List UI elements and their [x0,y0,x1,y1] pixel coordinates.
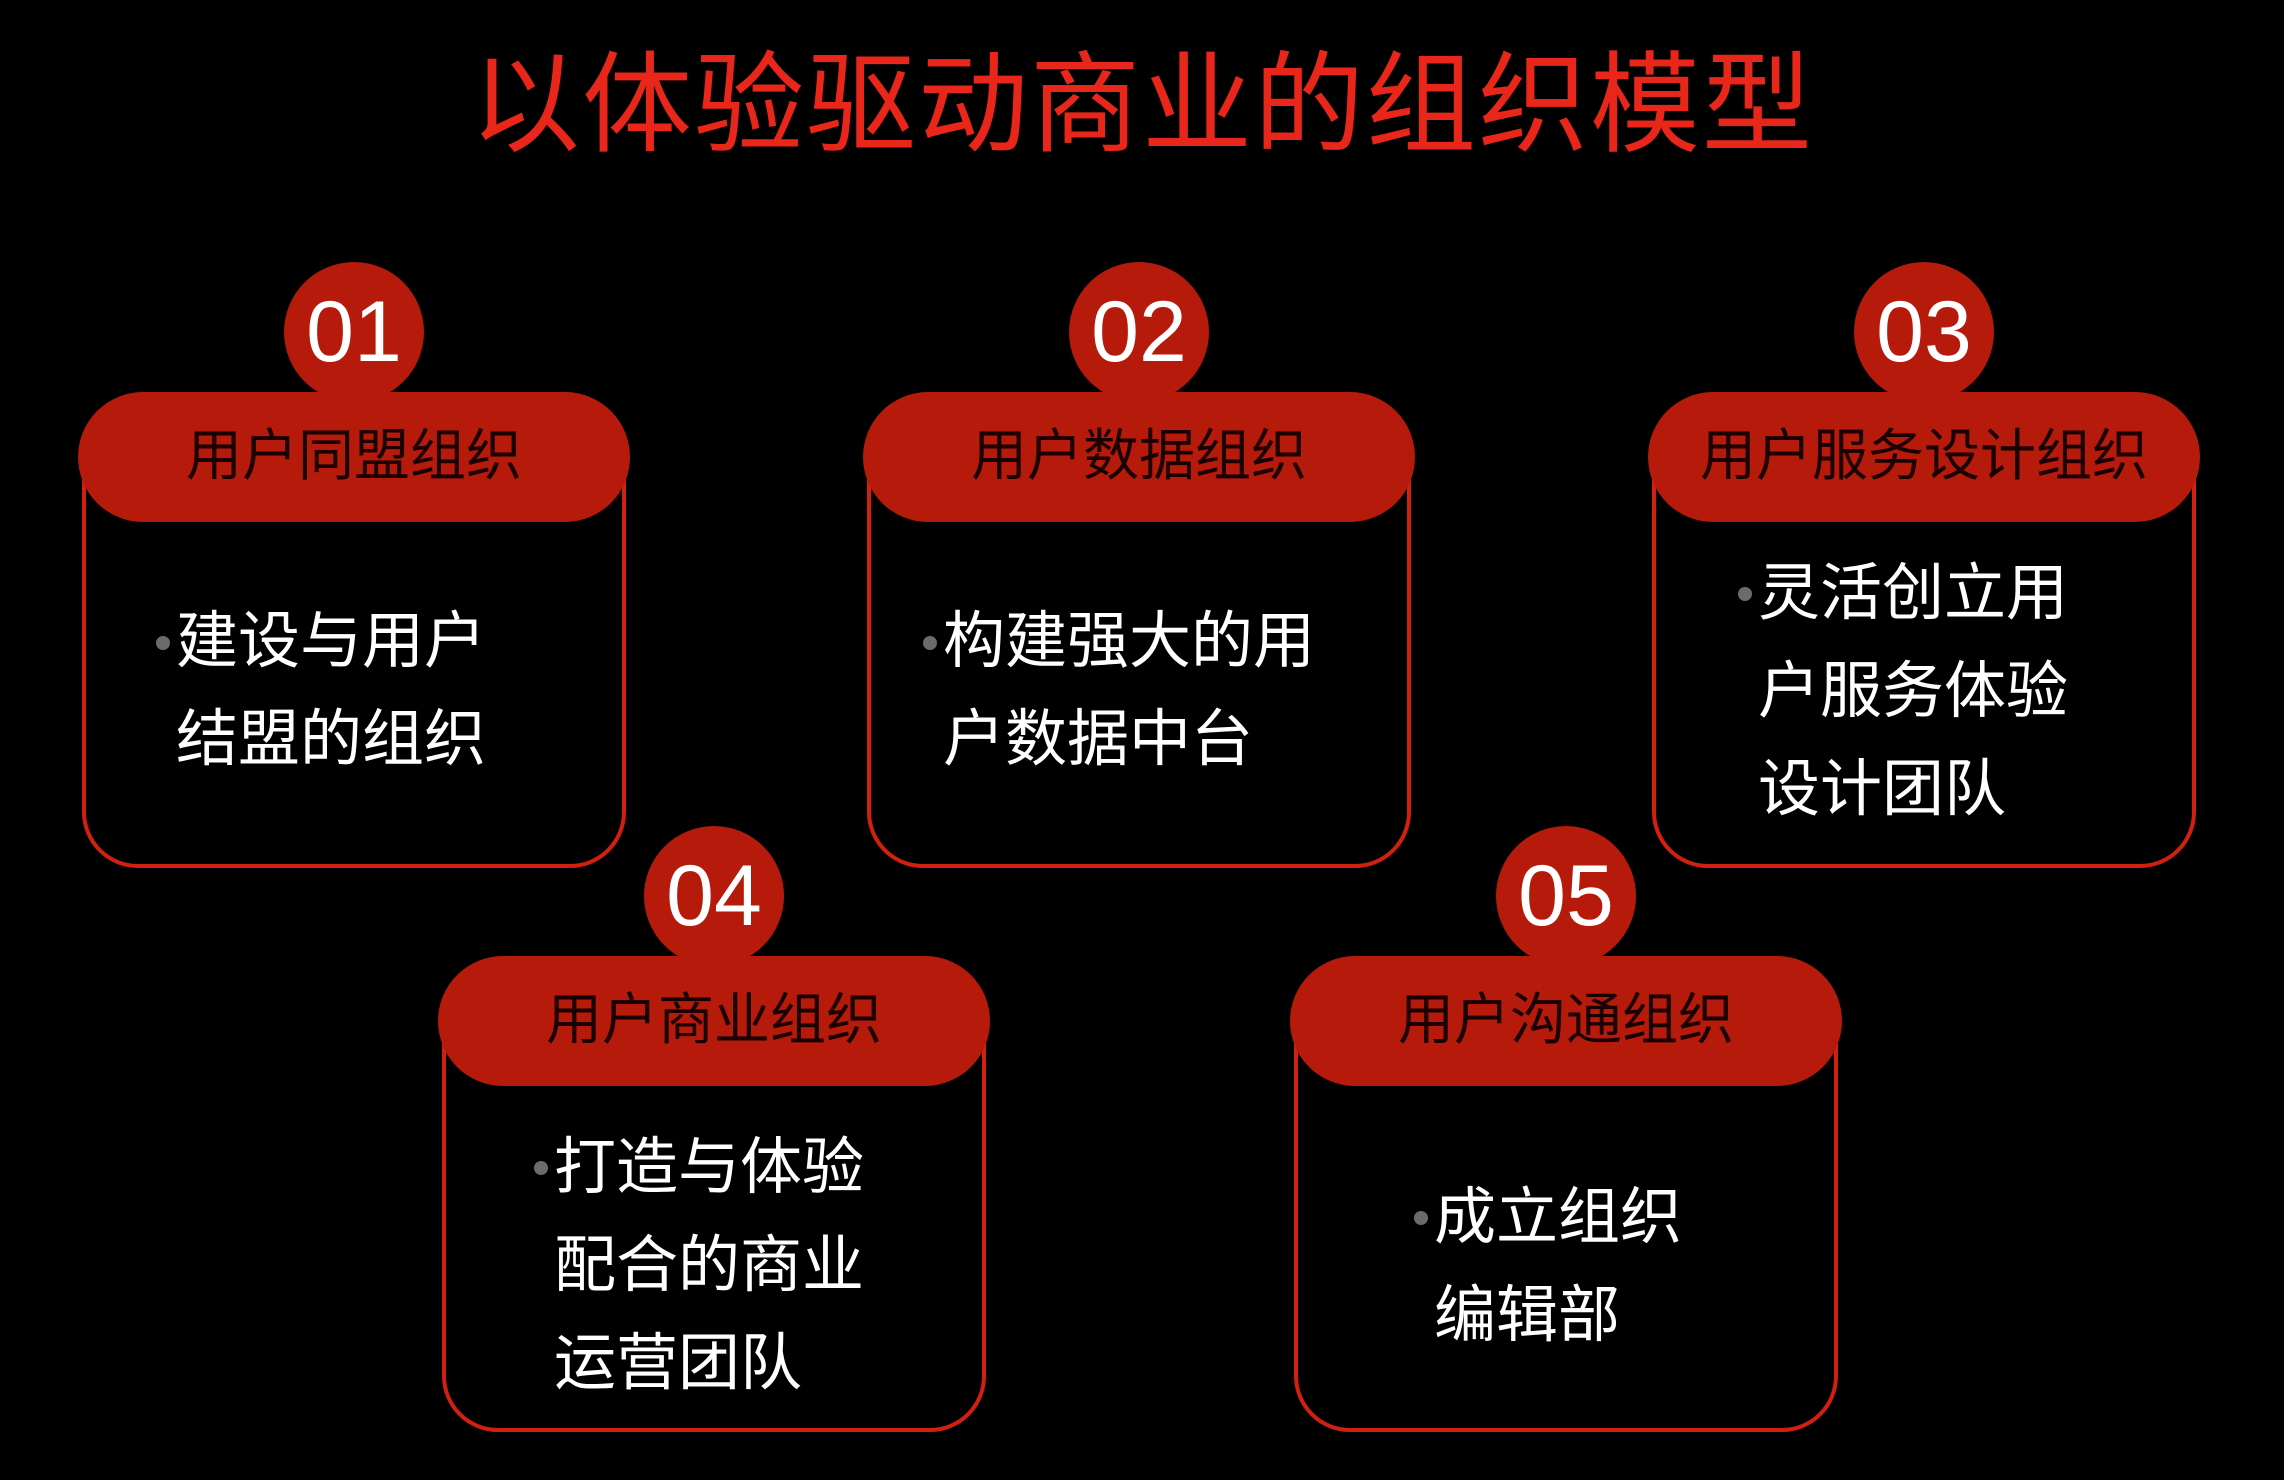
org-card-4: 04 用户商业组织 打造与体验 配合的商业 运营团队 [438,826,990,1436]
card-number-badge: 04 [644,826,784,966]
description-line: 成立组织 [1434,1180,1683,1253]
bullet-dot [923,636,937,650]
card-description: 灵活创立用 户服务体验 设计团队 [1758,544,2138,838]
page-title: 以体验驱动商业的组织模型 [470,41,1814,169]
card-description: 打造与体验 配合的商业 运营团队 [554,1118,934,1412]
card-heading: 用户沟通组织 [1290,956,1842,1086]
description-line: 建设与用户 [176,604,487,677]
org-card-5: 05 用户沟通组织 成立组织 编辑部 [1290,826,1842,1436]
card-number-badge: 05 [1496,826,1636,966]
card-number-badge: 01 [284,262,424,402]
description-line: 灵活创立用 [1758,556,2069,629]
description-line: 运营团队 [554,1326,803,1399]
description-line: 构建强大的用 [943,604,1316,677]
org-card-2: 02 用户数据组织 构建强大的用 户数据中台 [863,262,1415,872]
description-line: 结盟的组织 [176,702,487,775]
bullet-dot [1738,587,1752,601]
description-line: 户数据中台 [943,702,1254,775]
card-heading: 用户商业组织 [438,956,990,1086]
org-card-1: 01 用户同盟组织 建设与用户 结盟的组织 [78,262,630,872]
card-heading: 用户服务设计组织 [1648,392,2200,522]
card-heading: 用户数据组织 [863,392,1415,522]
bullet-dot [534,1161,548,1175]
bullet-dot [156,636,170,650]
description-line: 配合的商业 [554,1228,865,1301]
bullet-dot [1414,1211,1428,1225]
org-card-3: 03 用户服务设计组织 灵活创立用 户服务体验 设计团队 [1648,262,2200,872]
card-number-badge: 02 [1069,262,1209,402]
description-line: 编辑部 [1434,1278,1621,1351]
card-heading: 用户同盟组织 [78,392,630,522]
card-description: 构建强大的用 户数据中台 [943,592,1373,788]
description-line: 打造与体验 [554,1130,865,1203]
card-description: 成立组织 编辑部 [1434,1168,1814,1364]
description-line: 设计团队 [1758,752,2007,825]
description-line: 户服务体验 [1758,654,2069,727]
card-number-badge: 03 [1854,262,1994,402]
card-description: 建设与用户 结盟的组织 [176,592,556,788]
